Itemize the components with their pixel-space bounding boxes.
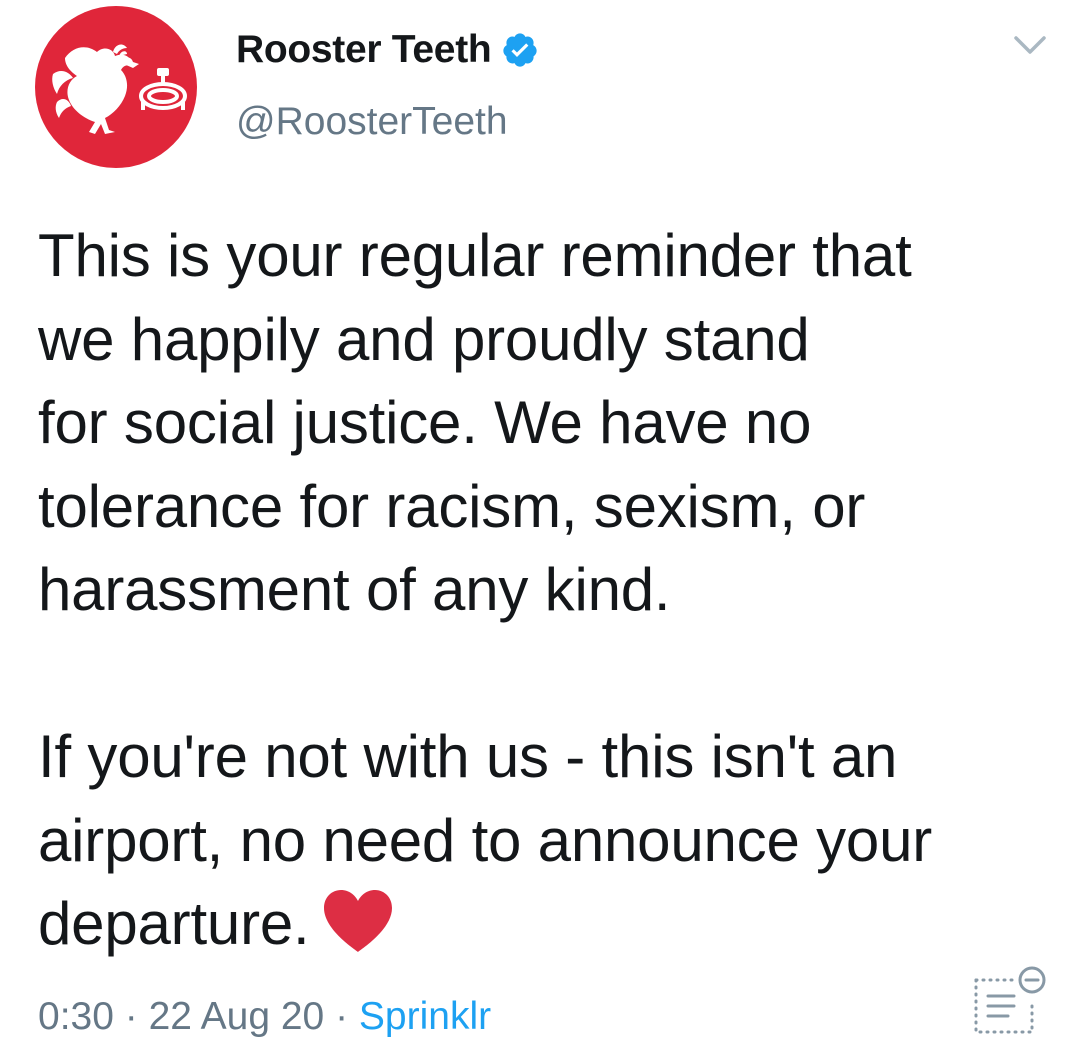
author-handle[interactable]: @RoosterTeeth <box>236 100 508 144</box>
tweet-source-link[interactable]: Sprinklr <box>359 995 491 1038</box>
meta-separator: · <box>113 995 149 1038</box>
tweet-meta: 0:30 · 22 Aug 20 · Sprinklr <box>38 995 491 1039</box>
tweet-detail: Rooster Teeth @RoosterTeeth This is your… <box>0 0 1080 1049</box>
tweet-text: This is your regular reminder that we ha… <box>38 214 1048 966</box>
tweet-paragraph-1: This is your regular reminder that we ha… <box>38 222 912 623</box>
tweet-time[interactable]: 0:30 <box>38 995 114 1038</box>
meta-separator: · <box>324 995 359 1038</box>
verified-badge-icon <box>503 33 538 67</box>
rooster-logo-icon <box>52 44 187 135</box>
red-heart-icon <box>323 890 392 952</box>
tweet-paragraph-2: If you're not with us - this isn't an ai… <box>38 723 933 957</box>
avatar[interactable] <box>35 6 197 168</box>
display-name[interactable]: Rooster Teeth <box>236 28 492 72</box>
chevron-down-icon[interactable] <box>1012 30 1048 60</box>
tweet-date[interactable]: 22 Aug 20 <box>149 995 325 1038</box>
author-name-row[interactable]: Rooster Teeth <box>236 26 539 74</box>
tweet-analytics-icon[interactable] <box>970 962 1048 1036</box>
